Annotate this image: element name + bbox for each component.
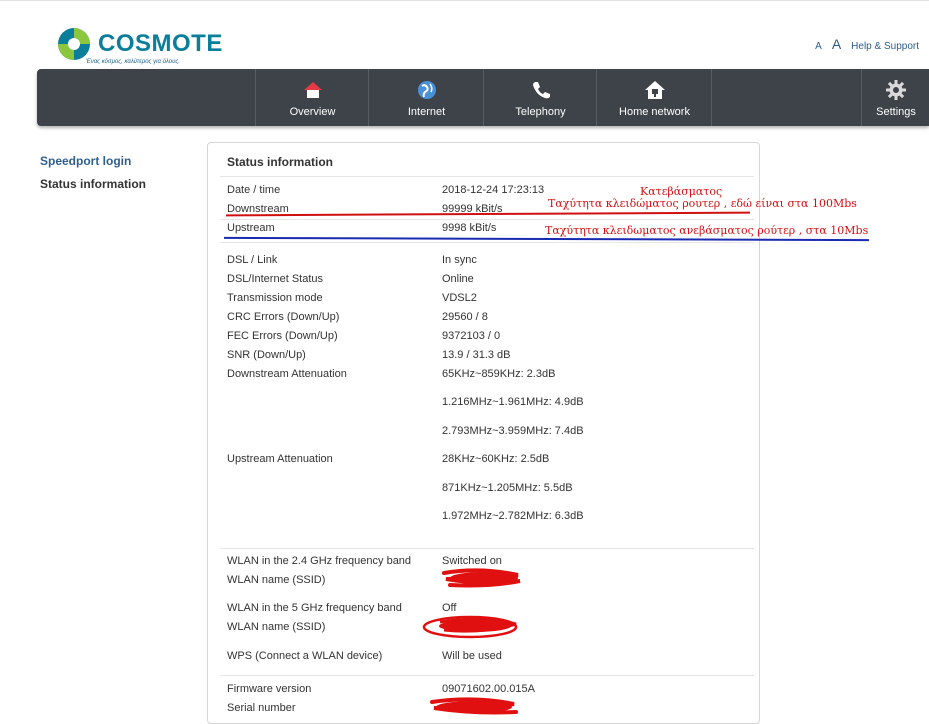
cosmote-logo-icon: [58, 28, 90, 60]
redaction-scribble-ssid-5: [422, 615, 518, 639]
row-value-upstream: 9998 kBit/s: [442, 222, 497, 234]
sidebar-item-speedport-login[interactable]: Speedport login: [40, 154, 146, 168]
row-value-downstream-attenuation-2: 1.216MHz~1.961MHz: 4.9dB: [442, 396, 584, 408]
annotation-download-note: Ταχύτητα κλειδώματος ρουτερ , εδώ είναι …: [548, 197, 857, 210]
sidebar: Speedport login Status information: [40, 154, 146, 191]
row-label-wps: WPS (Connect a WLAN device): [227, 650, 383, 662]
nav-telephony[interactable]: Telephony: [483, 69, 597, 126]
row-label-upstream-attenuation: Upstream Attenuation: [227, 453, 333, 465]
nav-settings[interactable]: Settings: [861, 69, 929, 126]
cosmote-logo[interactable]: COSMOTE Ένας κόσμος, καλύτερος για όλους…: [56, 26, 256, 70]
separator: [220, 219, 754, 220]
row-label-downstream-attenuation: Downstream Attenuation: [227, 368, 347, 380]
phone-icon: [532, 82, 550, 99]
help-support-link[interactable]: Help & Support: [851, 41, 919, 52]
row-label-fec-errors: FEC Errors (Down/Up): [227, 330, 338, 342]
brand-slogan: Ένας κόσμος, καλύτερος για όλους.: [86, 59, 180, 65]
main-navbar: Overview Internet Telephony Home network: [37, 69, 929, 126]
row-label-firmware: Firmware version: [227, 683, 312, 695]
globe-icon: [417, 81, 436, 99]
row-value-snr: 13.9 / 31.3 dB: [442, 349, 511, 361]
row-label-snr: SNR (Down/Up): [227, 349, 306, 361]
row-value-downstream-attenuation-1: 65KHz~859KHz: 2.3dB: [442, 368, 556, 380]
row-value-transmission-mode: VDSL2: [442, 292, 477, 304]
row-label-internet-status: DSL/Internet Status: [227, 273, 323, 285]
row-label-dsl-link: DSL / Link: [227, 254, 278, 266]
row-value-upstream-attenuation-3: 1.972MHz~2.782MHz: 6.3dB: [442, 510, 584, 522]
redaction-scribble-serial: [430, 697, 518, 715]
row-value-wlan-5: Off: [442, 602, 457, 614]
panel-title: Status information: [227, 155, 334, 169]
nav-overview-label: Overview: [289, 106, 336, 118]
separator: [220, 176, 754, 177]
nav-settings-label: Settings: [876, 106, 916, 118]
nav-overview[interactable]: Overview: [255, 69, 369, 126]
separator: [220, 242, 754, 243]
row-label-ssid-5: WLAN name (SSID): [227, 621, 326, 633]
home-icon: [303, 82, 322, 98]
row-label-transmission-mode: Transmission mode: [227, 292, 323, 304]
row-value-fec-errors: 9372103 / 0: [442, 330, 501, 342]
row-label-wlan-5: WLAN in the 5 GHz frequency band: [227, 602, 402, 614]
row-label-wlan-24: WLAN in the 2.4 GHz frequency band: [227, 555, 412, 567]
row-value-crc-errors: 29560 / 8: [442, 311, 488, 323]
annotation-upload-note: Ταχύτητα κλειδωματος ανεβάσματος ρούτερ …: [545, 224, 869, 237]
row-value-wps: Will be used: [442, 650, 502, 662]
top-links: A A Help & Support: [815, 36, 919, 52]
row-value-date-time: 2018-12-24 17:23:13: [442, 184, 545, 196]
nav-telephony-label: Telephony: [515, 106, 566, 118]
row-label-crc-errors: CRC Errors (Down/Up): [227, 311, 340, 323]
row-value-dsl-link: In sync: [442, 254, 477, 266]
redaction-scribble-ssid-24: [442, 568, 521, 588]
font-size-small-button[interactable]: A: [815, 41, 822, 52]
row-label-ssid-24: WLAN name (SSID): [227, 574, 326, 586]
row-label-date-time: Date / time: [227, 184, 281, 196]
row-value-internet-status: Online: [442, 273, 474, 285]
nav-home-network[interactable]: Home network: [596, 69, 712, 126]
sidebar-item-status-information[interactable]: Status information: [40, 177, 146, 191]
nav-internet-label: Internet: [407, 106, 446, 118]
row-value-wlan-24: Switched on: [442, 555, 502, 567]
nav-internet[interactable]: Internet: [368, 69, 484, 126]
gear-icon: [886, 80, 906, 100]
row-value-upstream-attenuation-1: 28KHz~60KHz: 2.5dB: [442, 453, 550, 465]
row-label-upstream: Upstream: [227, 222, 275, 234]
font-size-large-button[interactable]: A: [832, 36, 841, 52]
brand-name: COSMOTE: [98, 30, 223, 57]
separator: [220, 548, 754, 549]
row-value-downstream-attenuation-3: 2.793MHz~3.959MHz: 7.4dB: [442, 425, 584, 437]
nav-home-network-label: Home network: [619, 106, 690, 118]
row-value-upstream-attenuation-2: 871KHz~1.205MHz: 5.5dB: [442, 482, 573, 494]
row-value-firmware: 09071602.00.015A: [442, 683, 535, 695]
home-network-icon: [644, 81, 665, 99]
separator: [220, 675, 754, 676]
row-label-serial: Serial number: [227, 702, 296, 714]
nav-spacer: [711, 69, 862, 126]
top-border: [0, 0, 929, 1]
